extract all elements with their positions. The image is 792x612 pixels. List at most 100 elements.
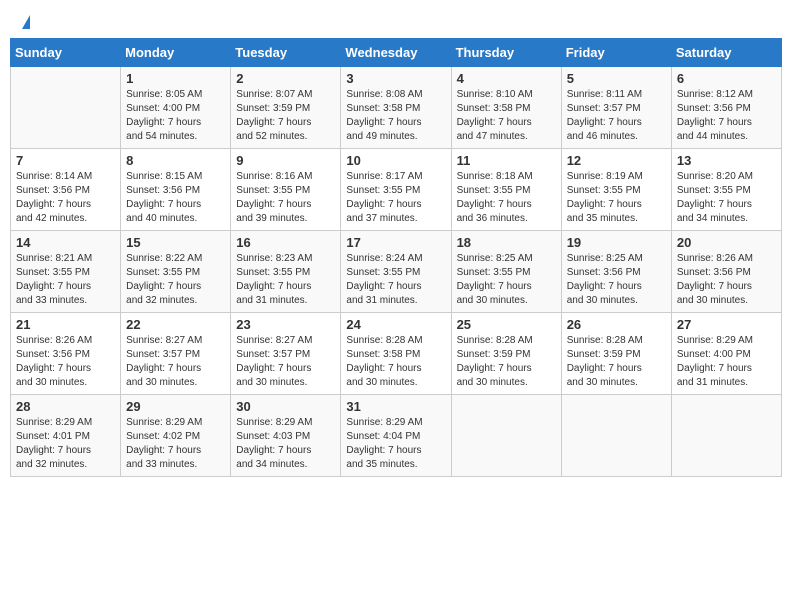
calendar-cell (11, 67, 121, 149)
cell-content: Sunrise: 8:25 AM Sunset: 3:56 PM Dayligh… (567, 252, 666, 308)
cell-content: Sunrise: 8:23 AM Sunset: 3:55 PM Dayligh… (236, 252, 335, 308)
calendar-cell: 9Sunrise: 8:16 AM Sunset: 3:55 PM Daylig… (231, 149, 341, 231)
calendar-cell: 15 Sunrise: 8:22 AM Sunset: 3:55 PM Dayli… (121, 231, 231, 313)
logo (20, 15, 30, 25)
calendar-cell: 26 Sunrise: 8:28 AM Sunset: 3:59 PM Dayli… (561, 313, 671, 395)
cell-content: Sunrise: 8:29 AM Sunset: 4:01 PM Dayligh… (16, 416, 115, 472)
cell-content: Sunrise: 8:14 AM Sunset: 3:56 PM Dayligh… (16, 170, 115, 226)
cell-content: Sunrise: 8:26 AM Sunset: 3:56 PM Dayligh… (16, 334, 115, 390)
calendar-cell (561, 395, 671, 477)
calendar-cell: 13 Sunrise: 8:20 AM Sunset: 3:55 PM Dayli… (671, 149, 781, 231)
day-number: 25 (457, 317, 556, 332)
calendar-cell: 8Sunrise: 8:15 AM Sunset: 3:56 PM Daylig… (121, 149, 231, 231)
calendar-cell: 1Sunrise: 8:05 AM Sunset: 4:00 PM Daylig… (121, 67, 231, 149)
cell-content: Sunrise: 8:12 AM Sunset: 3:56 PM Dayligh… (677, 88, 776, 144)
calendar-cell: 12 Sunrise: 8:19 AM Sunset: 3:55 PM Dayli… (561, 149, 671, 231)
day-number: 10 (346, 153, 445, 168)
cell-content: Sunrise: 8:29 AM Sunset: 4:03 PM Dayligh… (236, 416, 335, 472)
day-number: 7 (16, 153, 115, 168)
day-number: 2 (236, 71, 335, 86)
calendar-cell: 3 Sunrise: 8:08 AM Sunset: 3:58 PM Daylig… (341, 67, 451, 149)
calendar-cell: 7 Sunrise: 8:14 AM Sunset: 3:56 PM Daylig… (11, 149, 121, 231)
cell-content: Sunrise: 8:28 AM Sunset: 3:59 PM Dayligh… (567, 334, 666, 390)
calendar-cell: 29 Sunrise: 8:29 AM Sunset: 4:02 PM Dayli… (121, 395, 231, 477)
day-number: 26 (567, 317, 666, 332)
day-number: 17 (346, 235, 445, 250)
cell-content: Sunrise: 8:28 AM Sunset: 3:58 PM Dayligh… (346, 334, 445, 390)
day-number: 5 (567, 71, 666, 86)
cell-content: Sunrise: 8:24 AM Sunset: 3:55 PM Dayligh… (346, 252, 445, 308)
weekday-header-row: SundayMondayTuesdayWednesdayThursdayFrid… (11, 39, 782, 67)
calendar-cell: 20 Sunrise: 8:26 AM Sunset: 3:56 PM Dayli… (671, 231, 781, 313)
cell-content: Sunrise: 8:20 AM Sunset: 3:55 PM Dayligh… (677, 170, 776, 226)
calendar-week-5: 28 Sunrise: 8:29 AM Sunset: 4:01 PM Dayli… (11, 395, 782, 477)
day-number: 13 (677, 153, 776, 168)
cell-content: Sunrise: 8:29 AM Sunset: 4:02 PM Dayligh… (126, 416, 225, 472)
calendar-cell: 24 Sunrise: 8:28 AM Sunset: 3:58 PM Dayli… (341, 313, 451, 395)
calendar-cell: 28 Sunrise: 8:29 AM Sunset: 4:01 PM Dayli… (11, 395, 121, 477)
calendar-cell: 25 Sunrise: 8:28 AM Sunset: 3:59 PM Dayli… (451, 313, 561, 395)
day-number: 20 (677, 235, 776, 250)
calendar-body: 1Sunrise: 8:05 AM Sunset: 4:00 PM Daylig… (11, 67, 782, 477)
day-number: 11 (457, 153, 556, 168)
cell-content: Sunrise: 8:29 AM Sunset: 4:04 PM Dayligh… (346, 416, 445, 472)
day-number: 12 (567, 153, 666, 168)
day-number: 22 (126, 317, 225, 332)
calendar-cell: 18Sunrise: 8:25 AM Sunset: 3:55 PM Dayli… (451, 231, 561, 313)
calendar-cell: 19 Sunrise: 8:25 AM Sunset: 3:56 PM Dayli… (561, 231, 671, 313)
cell-content: Sunrise: 8:25 AM Sunset: 3:55 PM Dayligh… (457, 252, 556, 308)
calendar-cell: 27 Sunrise: 8:29 AM Sunset: 4:00 PM Dayli… (671, 313, 781, 395)
calendar-cell: 22Sunrise: 8:27 AM Sunset: 3:57 PM Dayli… (121, 313, 231, 395)
day-number: 21 (16, 317, 115, 332)
day-number: 19 (567, 235, 666, 250)
cell-content: Sunrise: 8:19 AM Sunset: 3:55 PM Dayligh… (567, 170, 666, 226)
cell-content: Sunrise: 8:16 AM Sunset: 3:55 PM Dayligh… (236, 170, 335, 226)
day-number: 29 (126, 399, 225, 414)
calendar-cell (451, 395, 561, 477)
weekday-header-tuesday: Tuesday (231, 39, 341, 67)
weekday-header-wednesday: Wednesday (341, 39, 451, 67)
calendar-cell: 30 Sunrise: 8:29 AM Sunset: 4:03 PM Dayli… (231, 395, 341, 477)
header (10, 10, 782, 30)
calendar-cell: 17 Sunrise: 8:24 AM Sunset: 3:55 PM Dayli… (341, 231, 451, 313)
cell-content: Sunrise: 8:28 AM Sunset: 3:59 PM Dayligh… (457, 334, 556, 390)
day-number: 28 (16, 399, 115, 414)
weekday-header-monday: Monday (121, 39, 231, 67)
day-number: 27 (677, 317, 776, 332)
calendar-cell: 16 Sunrise: 8:23 AM Sunset: 3:55 PM Dayli… (231, 231, 341, 313)
weekday-header-saturday: Saturday (671, 39, 781, 67)
calendar-cell: 23 Sunrise: 8:27 AM Sunset: 3:57 PM Dayli… (231, 313, 341, 395)
calendar-table: SundayMondayTuesdayWednesdayThursdayFrid… (10, 38, 782, 477)
cell-content: Sunrise: 8:26 AM Sunset: 3:56 PM Dayligh… (677, 252, 776, 308)
day-number: 16 (236, 235, 335, 250)
calendar-cell: 21 Sunrise: 8:26 AM Sunset: 3:56 PM Dayli… (11, 313, 121, 395)
cell-content: Sunrise: 8:15 AM Sunset: 3:56 PM Dayligh… (126, 170, 225, 226)
calendar-cell: 4Sunrise: 8:10 AM Sunset: 3:58 PM Daylig… (451, 67, 561, 149)
cell-content: Sunrise: 8:22 AM Sunset: 3:55 PM Dayligh… (126, 252, 225, 308)
weekday-header-thursday: Thursday (451, 39, 561, 67)
day-number: 30 (236, 399, 335, 414)
calendar-week-1: 1Sunrise: 8:05 AM Sunset: 4:00 PM Daylig… (11, 67, 782, 149)
day-number: 6 (677, 71, 776, 86)
cell-content: Sunrise: 8:08 AM Sunset: 3:58 PM Dayligh… (346, 88, 445, 144)
cell-content: Sunrise: 8:27 AM Sunset: 3:57 PM Dayligh… (236, 334, 335, 390)
weekday-header-friday: Friday (561, 39, 671, 67)
cell-content: Sunrise: 8:18 AM Sunset: 3:55 PM Dayligh… (457, 170, 556, 226)
day-number: 15 (126, 235, 225, 250)
calendar-cell: 6 Sunrise: 8:12 AM Sunset: 3:56 PM Daylig… (671, 67, 781, 149)
calendar-cell: 14 Sunrise: 8:21 AM Sunset: 3:55 PM Dayli… (11, 231, 121, 313)
cell-content: Sunrise: 8:21 AM Sunset: 3:55 PM Dayligh… (16, 252, 115, 308)
weekday-header-sunday: Sunday (11, 39, 121, 67)
day-number: 14 (16, 235, 115, 250)
calendar-cell: 11 Sunrise: 8:18 AM Sunset: 3:55 PM Dayli… (451, 149, 561, 231)
day-number: 23 (236, 317, 335, 332)
day-number: 1 (126, 71, 225, 86)
cell-content: Sunrise: 8:29 AM Sunset: 4:00 PM Dayligh… (677, 334, 776, 390)
day-number: 31 (346, 399, 445, 414)
calendar-cell: 31 Sunrise: 8:29 AM Sunset: 4:04 PM Dayli… (341, 395, 451, 477)
day-number: 3 (346, 71, 445, 86)
day-number: 24 (346, 317, 445, 332)
calendar-cell: 2Sunrise: 8:07 AM Sunset: 3:59 PM Daylig… (231, 67, 341, 149)
calendar-cell: 10Sunrise: 8:17 AM Sunset: 3:55 PM Dayli… (341, 149, 451, 231)
day-number: 4 (457, 71, 556, 86)
